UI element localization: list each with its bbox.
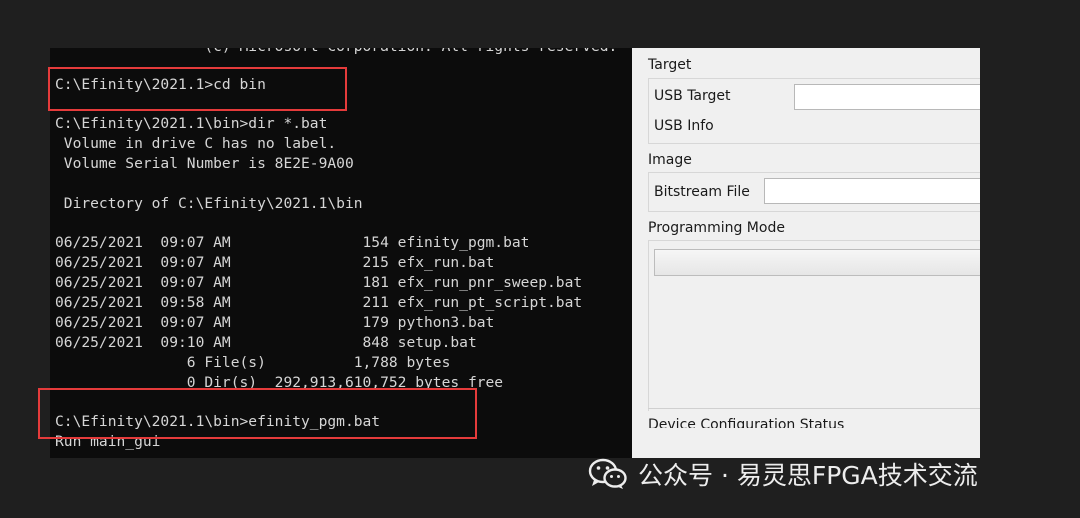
programming-mode-combo[interactable] <box>654 249 980 276</box>
terminal-line: (c) Microsoft Corporation. All rights re… <box>55 48 617 56</box>
terminal-line: 06/25/2021 09:07 AM 181 efx_run_pnr_swee… <box>55 274 583 291</box>
usb-info-label: USB Info <box>654 118 714 134</box>
terminal-line: 6 File(s) 1,788 bytes <box>55 354 451 371</box>
terminal-line: Volume in drive C has no label. <box>55 135 337 152</box>
bitstream-file-input[interactable] <box>764 178 980 204</box>
programming-mode-group <box>648 240 980 411</box>
highlight-box-efinity-pgm <box>38 388 477 439</box>
programmer-panel: Target USB Target USB Info Image Bitstre… <box>632 48 980 458</box>
terminal-line: Volume Serial Number is 8E2E-9A00 <box>55 155 354 172</box>
wechat-icon <box>588 458 627 489</box>
terminal-line: 06/25/2021 09:58 AM 211 efx_run_pt_scrip… <box>55 294 583 311</box>
terminal-line: 06/25/2021 09:07 AM 215 efx_run.bat <box>55 254 495 271</box>
watermark-text: 公众号 · 易灵思FPGA技术交流 <box>638 461 978 490</box>
terminal-line: Directory of C:\Efinity\2021.1\bin <box>55 195 363 212</box>
device-config-status-heading: Device Configuration Status <box>648 418 844 428</box>
programming-mode-heading: Programming Mode <box>648 220 785 236</box>
watermark: 公众号 · 易灵思FPGA技术交流 <box>588 456 978 492</box>
bitstream-file-label: Bitstream File <box>654 184 750 200</box>
target-heading: Target <box>648 57 692 73</box>
highlight-box-cd-bin <box>48 67 347 111</box>
terminal-line: 06/25/2021 09:10 AM 848 setup.bat <box>55 334 477 351</box>
usb-target-combo[interactable] <box>794 84 980 110</box>
terminal-line: 06/25/2021 09:07 AM 154 efinity_pgm.bat <box>55 234 530 251</box>
image-group: Bitstream File <box>648 172 980 212</box>
target-group: USB Target USB Info <box>648 78 980 144</box>
terminal-line: 06/25/2021 09:07 AM 179 python3.bat <box>55 314 495 331</box>
panel-divider <box>648 408 980 409</box>
usb-target-label: USB Target <box>654 88 731 104</box>
terminal-line: C:\Efinity\2021.1\bin>dir *.bat <box>55 115 328 132</box>
device-config-status-text: Device Configuration Status <box>648 418 845 428</box>
image-heading: Image <box>648 152 692 168</box>
